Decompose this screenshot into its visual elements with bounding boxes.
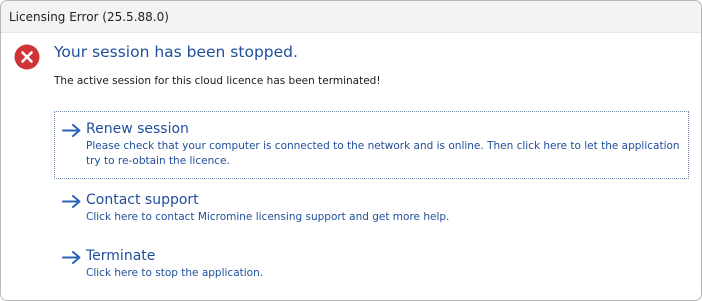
message-heading: Your session has been stopped. xyxy=(54,43,298,61)
message-detail: The active session for this cloud licenc… xyxy=(54,75,381,87)
command-description: Please check that your computer is conne… xyxy=(86,140,680,167)
arrow-right-icon xyxy=(62,195,81,208)
contact-support-command[interactable]: Contact support Click here to contact Mi… xyxy=(54,182,689,232)
command-description: Click here to stop the application. xyxy=(86,267,264,279)
dialog-window: Licensing Error (25.5.88.0) Your session… xyxy=(0,0,702,301)
command-title: Renew session xyxy=(86,121,189,137)
terminate-command[interactable]: Terminate Click here to stop the applica… xyxy=(54,238,689,288)
command-title: Contact support xyxy=(86,192,199,208)
renew-session-command[interactable]: Renew session Please check that your com… xyxy=(54,111,689,179)
arrow-right-icon xyxy=(62,124,81,137)
command-description: Click here to contact Micromine licensin… xyxy=(86,211,450,223)
command-title: Terminate xyxy=(86,248,156,264)
arrow-right-icon xyxy=(62,251,81,264)
title-bar[interactable]: Licensing Error (25.5.88.0) xyxy=(1,1,701,33)
error-icon xyxy=(14,44,40,70)
window-title: Licensing Error (25.5.88.0) xyxy=(9,9,169,24)
